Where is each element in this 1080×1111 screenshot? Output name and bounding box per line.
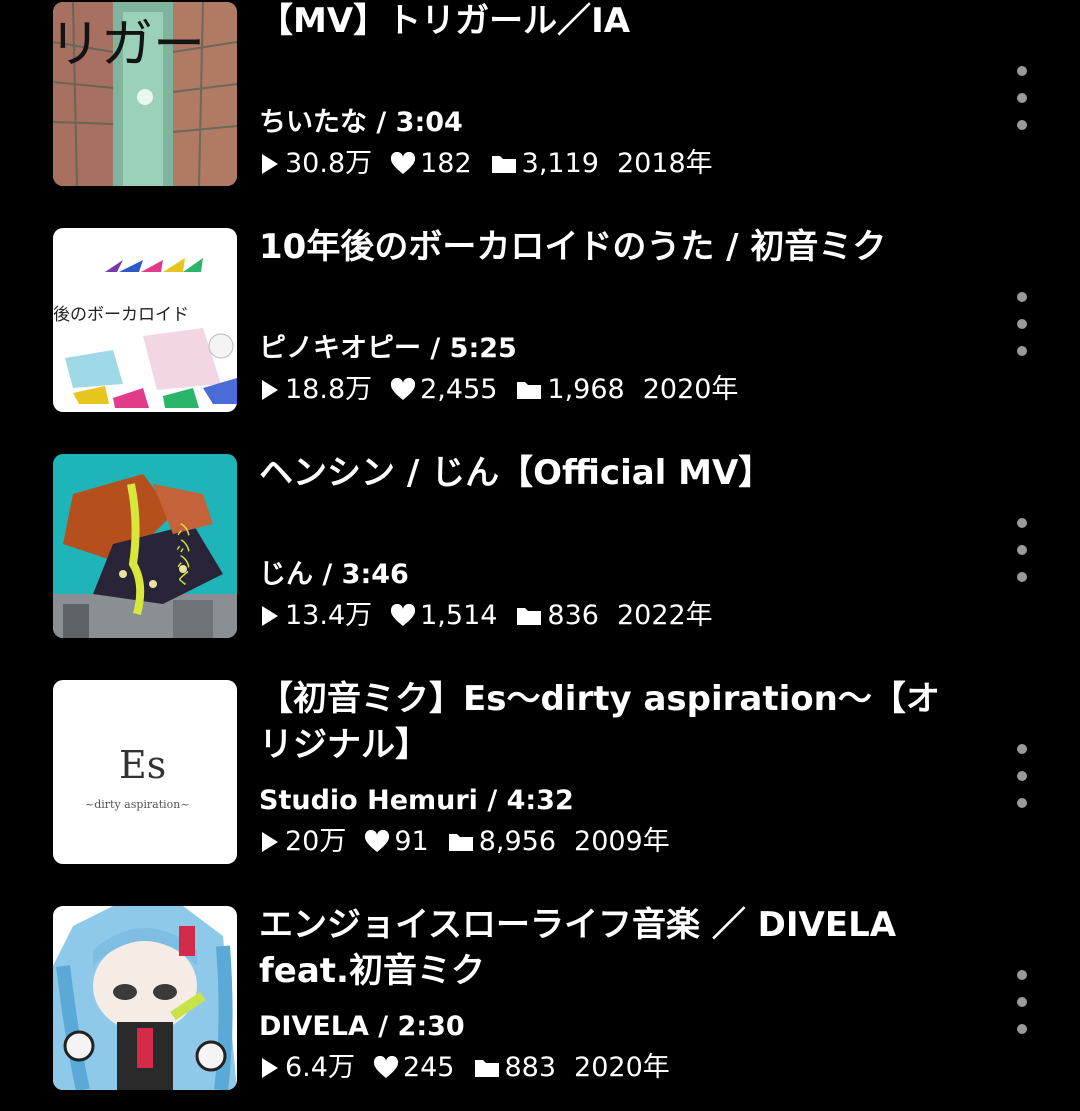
more-vertical-icon bbox=[1017, 66, 1027, 76]
video-author-duration: ピノキオピー / 5:25 bbox=[259, 333, 517, 364]
video-thumbnail[interactable]: ヘンシン bbox=[53, 454, 237, 638]
folder-icon bbox=[517, 608, 542, 625]
thumbnail-subtext: ~dirty aspiration~ bbox=[85, 798, 190, 811]
folder-icon bbox=[448, 834, 473, 851]
video-stats: 6.4万 245 883 2020年 bbox=[259, 1050, 688, 1086]
video-thumbnail[interactable]: 後のボーカロイド bbox=[53, 228, 237, 412]
play-icon bbox=[262, 606, 278, 626]
thumbnail-text: ヘンシン bbox=[174, 522, 193, 586]
thumbnail-image: リガー bbox=[53, 2, 237, 186]
video-thumbnail[interactable] bbox=[53, 906, 237, 1090]
upload-year: 2022年 bbox=[616, 600, 713, 631]
video-thumbnail[interactable]: Es ~dirty aspiration~ bbox=[53, 680, 237, 864]
mylist-count: 8,956 bbox=[447, 824, 556, 860]
mylist-count: 883 bbox=[473, 1050, 556, 1086]
more-vertical-icon bbox=[1017, 970, 1027, 980]
thumbnail-text: Es bbox=[119, 743, 166, 787]
like-count: 1,514 bbox=[390, 598, 497, 634]
video-title[interactable]: 10年後のボーカロイドのうた / 初音ミク bbox=[259, 224, 959, 270]
thumbnail-image: ヘンシン bbox=[53, 454, 237, 638]
heart-icon bbox=[365, 830, 390, 852]
play-icon bbox=[262, 832, 278, 852]
folder-icon bbox=[517, 382, 542, 399]
like-count: 2,455 bbox=[390, 372, 497, 408]
video-item[interactable]: リガー 【MV】トリガール／IA ちいたな / 3:04 30.8万 182 3… bbox=[0, 0, 1080, 202]
thumbnail-image: Es ~dirty aspiration~ bbox=[53, 680, 237, 864]
video-item[interactable]: エンジョイスローライフ音楽 ／ DIVELA feat.初音ミク DIVELA … bbox=[0, 905, 1080, 1106]
like-count: 245 bbox=[373, 1050, 455, 1086]
video-thumbnail[interactable]: リガー bbox=[53, 2, 237, 186]
folder-icon bbox=[474, 1060, 499, 1077]
folder-icon bbox=[491, 156, 516, 173]
more-vertical-icon bbox=[1017, 518, 1027, 528]
heart-icon bbox=[373, 1056, 398, 1078]
view-count: 20万 bbox=[259, 824, 346, 860]
video-title[interactable]: エンジョイスローライフ音楽 ／ DIVELA feat.初音ミク bbox=[259, 902, 959, 994]
thumbnail-image: 後のボーカロイド bbox=[53, 228, 237, 412]
upload-year: 2020年 bbox=[642, 374, 739, 405]
thumbnail-text: 後のボーカロイド bbox=[53, 305, 189, 325]
video-author-duration: じん / 3:46 bbox=[259, 559, 409, 590]
more-options-button[interactable] bbox=[1006, 292, 1038, 356]
video-author-duration: ちいたな / 3:04 bbox=[259, 107, 463, 138]
play-icon bbox=[262, 380, 278, 400]
video-author-duration: Studio Hemuri / 4:32 bbox=[259, 785, 574, 816]
more-vertical-icon bbox=[1017, 744, 1027, 754]
heart-icon bbox=[391, 604, 416, 626]
heart-icon bbox=[391, 152, 416, 174]
view-count: 13.4万 bbox=[259, 598, 372, 634]
video-stats: 20万 91 8,956 2009年 bbox=[259, 824, 688, 860]
more-options-button[interactable] bbox=[1006, 518, 1038, 582]
thumbnail-text: リガー bbox=[53, 15, 205, 75]
view-count: 18.8万 bbox=[259, 372, 372, 408]
more-vertical-icon bbox=[1017, 292, 1027, 302]
more-options-button[interactable] bbox=[1006, 744, 1038, 808]
mylist-count: 836 bbox=[515, 598, 599, 634]
video-item[interactable]: ヘンシン ヘンシン / じん【Official MV】 じん / 3:46 13… bbox=[0, 453, 1080, 654]
video-stats: 30.8万 182 3,119 2018年 bbox=[259, 146, 731, 182]
view-count: 30.8万 bbox=[259, 146, 372, 182]
upload-year: 2009年 bbox=[574, 826, 670, 857]
like-count: 91 bbox=[364, 824, 429, 860]
upload-year: 2020年 bbox=[574, 1052, 670, 1083]
mylist-count: 1,968 bbox=[515, 372, 625, 408]
video-author-duration: DIVELA / 2:30 bbox=[259, 1011, 465, 1042]
video-title[interactable]: ヘンシン / じん【Official MV】 bbox=[259, 450, 959, 496]
upload-year: 2018年 bbox=[616, 148, 713, 179]
video-title[interactable]: 【MV】トリガール／IA bbox=[259, 0, 959, 44]
thumbnail-image bbox=[53, 906, 237, 1090]
video-item[interactable]: Es ~dirty aspiration~ 【初音ミク】Es～dirty asp… bbox=[0, 679, 1080, 880]
more-options-button[interactable] bbox=[1006, 66, 1038, 130]
play-icon bbox=[262, 1058, 278, 1078]
video-list: リガー 【MV】トリガール／IA ちいたな / 3:04 30.8万 182 3… bbox=[0, 0, 1080, 1111]
mylist-count: 3,119 bbox=[490, 146, 599, 182]
video-item[interactable]: 後のボーカロイド 10年後のボーカロイドのうた / 初音ミク ピノキオピー / … bbox=[0, 227, 1080, 428]
video-stats: 18.8万 2,455 1,968 2020年 bbox=[259, 372, 756, 408]
video-title[interactable]: 【初音ミク】Es～dirty aspiration～【オリジナル】 bbox=[259, 676, 959, 768]
video-stats: 13.4万 1,514 836 2022年 bbox=[259, 598, 731, 634]
like-count: 182 bbox=[390, 146, 472, 182]
more-options-button[interactable] bbox=[1006, 970, 1038, 1034]
view-count: 6.4万 bbox=[259, 1050, 355, 1086]
play-icon bbox=[262, 154, 278, 174]
heart-icon bbox=[391, 378, 416, 400]
